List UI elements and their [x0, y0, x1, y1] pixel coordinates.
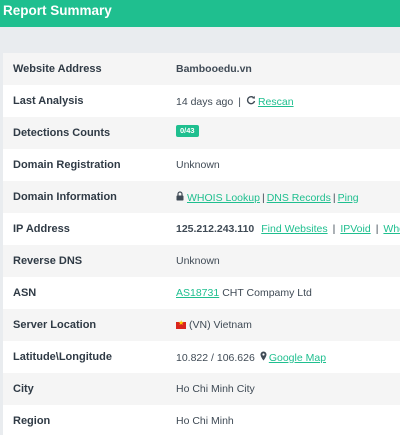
separator: | — [261, 191, 265, 204]
label-region: Region — [13, 415, 51, 427]
value-reverse-dns: Unknown — [176, 255, 220, 267]
lock-icon — [176, 191, 184, 204]
label-city: City — [13, 383, 34, 395]
row-domain-information: Domain Information WHOIS Lookup | DNS Re… — [3, 181, 400, 213]
ipvoid-link[interactable]: IPVoid — [340, 223, 370, 235]
value-domain-information: WHOIS Lookup | DNS Records | Ping — [176, 191, 359, 204]
row-domain-registration: Domain Registration Unknown — [3, 149, 400, 181]
dns-records-link[interactable]: DNS Records — [267, 192, 331, 204]
value-server-location: (VN) Vietnam — [176, 319, 252, 331]
row-detections-counts: Detections Counts 0/43 — [3, 117, 400, 149]
value-last-analysis: 14 days ago | Rescan — [176, 95, 294, 108]
label-domain-registration: Domain Registration — [13, 159, 121, 171]
report-table: Website Address Bambooedu.vn Last Analys… — [3, 53, 400, 435]
separator: | — [238, 95, 241, 108]
label-website-address: Website Address — [13, 63, 102, 75]
row-reverse-dns: Reverse DNS Unknown — [3, 245, 400, 277]
value-website-address: Bambooedu.vn — [176, 63, 252, 75]
last-analysis-time: 14 days ago — [176, 95, 234, 108]
find-websites-link[interactable]: Find Websites — [261, 223, 327, 235]
label-detections-counts: Detections Counts — [13, 127, 111, 139]
value-ip-address: 125.212.243.110 Find Websites | IPVoid |… — [176, 223, 400, 235]
server-location-text: (VN) Vietnam — [189, 319, 252, 331]
label-domain-information: Domain Information — [13, 191, 117, 203]
coordinates-text: 10.822 / 106.626 — [176, 351, 255, 364]
label-ip-address: IP Address — [13, 223, 70, 235]
row-city: City Ho Chi Minh City — [3, 373, 400, 405]
rescan-link[interactable]: Rescan — [258, 96, 294, 108]
separator: | — [332, 191, 336, 204]
map-pin-icon — [260, 351, 267, 364]
asn-link[interactable]: AS18731 — [176, 287, 219, 299]
label-reverse-dns: Reverse DNS — [13, 255, 83, 267]
value-domain-registration: Unknown — [176, 159, 220, 171]
whois-link[interactable]: Whois — [383, 223, 400, 235]
separator: | — [375, 223, 379, 235]
value-region: Ho Chi Minh — [176, 415, 234, 427]
google-map-link[interactable]: Google Map — [269, 352, 326, 364]
row-website-address: Website Address Bambooedu.vn — [3, 53, 400, 85]
vietnam-flag-icon — [176, 319, 186, 329]
row-last-analysis: Last Analysis 14 days ago | Rescan — [3, 85, 400, 117]
whois-lookup-link[interactable]: WHOIS Lookup — [187, 192, 260, 204]
value-asn: AS18731 CHT Compamy Ltd — [176, 287, 312, 299]
row-asn: ASN AS18731 CHT Compamy Ltd — [3, 277, 400, 309]
value-city: Ho Chi Minh City — [176, 383, 255, 395]
value-detections-counts: 0/43 — [176, 125, 199, 137]
report-header: Report Summary — [0, 0, 400, 27]
label-last-analysis: Last Analysis — [13, 95, 84, 107]
separator: | — [332, 223, 336, 235]
value-latitude-longitude: 10.822 / 106.626 Google Map — [176, 351, 326, 364]
ip-address-text: 125.212.243.110 — [176, 223, 255, 235]
ping-link[interactable]: Ping — [338, 192, 359, 204]
label-server-location: Server Location — [13, 319, 97, 331]
label-asn: ASN — [13, 287, 37, 299]
row-server-location: Server Location (VN) Vietnam — [3, 309, 400, 341]
refresh-icon — [246, 95, 256, 108]
row-region: Region Ho Chi Minh — [3, 405, 400, 435]
row-latitude-longitude: Latitude\Longitude 10.822 / 106.626 Goog… — [3, 341, 400, 373]
asn-owner: CHT Compamy Ltd — [222, 287, 312, 299]
label-latitude-longitude: Latitude\Longitude — [13, 351, 112, 363]
detections-badge: 0/43 — [176, 125, 199, 137]
row-ip-address: IP Address 125.212.243.110 Find Websites… — [3, 213, 400, 245]
report-title: Report Summary — [3, 3, 112, 18]
